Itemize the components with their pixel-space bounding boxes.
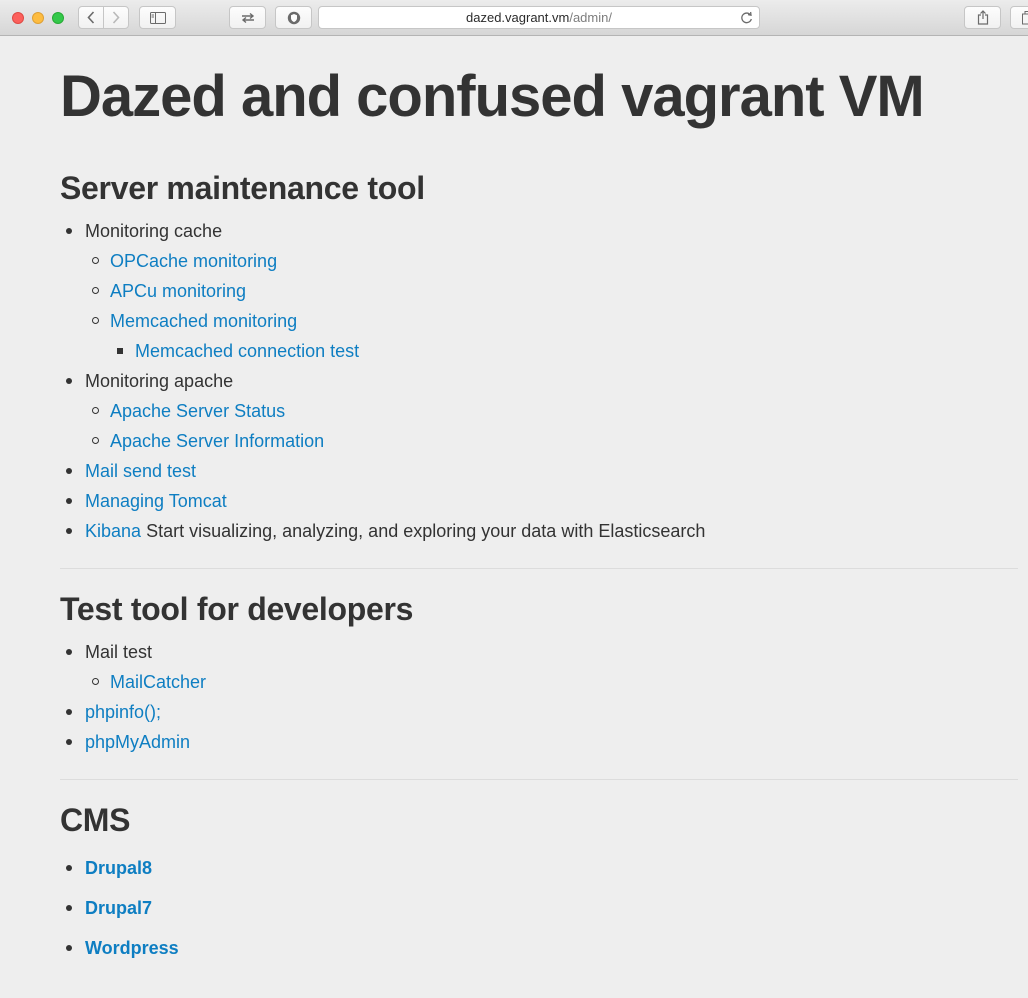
list-item: OPCache monitoring (85, 246, 1018, 276)
server-maintenance-section: Server maintenance tool Monitoring cache… (60, 170, 1018, 546)
section-heading: Test tool for developers (60, 591, 414, 627)
section-divider (60, 568, 1018, 569)
kibana-description: Start visualizing, analyzing, and explor… (146, 521, 706, 541)
mailcatcher-link[interactable]: MailCatcher (110, 672, 206, 692)
list-item: Monitoring apache Apache Server Status A… (60, 366, 1018, 456)
monitoring-cache-label: Monitoring cache (85, 221, 223, 241)
memcached-monitoring-link[interactable]: Memcached monitoring (110, 311, 297, 331)
monitoring-apache-label: Monitoring apache (85, 371, 234, 391)
url-path: /admin/ (569, 10, 612, 25)
list-item: Mail test MailCatcher (60, 637, 1018, 697)
developer-tools-section: Test tool for developers Mail test MailC… (60, 591, 1018, 757)
chevron-right-icon (112, 11, 120, 24)
privacy-shield-button[interactable] (275, 6, 312, 29)
page-title: Dazed and confused vagrant VM (60, 64, 925, 129)
browser-toolbar: dazed.vagrant.vm/admin/ (0, 0, 1028, 36)
arrows-swap-icon (240, 12, 256, 24)
sidebar-icon (149, 11, 166, 24)
list-item: Managing Tomcat (60, 486, 1018, 516)
show-tabs-button[interactable] (1010, 6, 1028, 29)
cms-section: CMS Drupal8 Drupal7 Wordpress (60, 802, 1018, 968)
close-window-button[interactable] (12, 12, 24, 24)
phpmyadmin-link[interactable]: phpMyAdmin (85, 732, 190, 752)
list-item: APCu monitoring (85, 276, 1018, 306)
reload-icon[interactable] (740, 10, 753, 31)
chevron-left-icon (87, 11, 95, 24)
list-item: Monitoring cache OPCache monitoring APCu… (60, 216, 1018, 366)
section-divider (60, 779, 1018, 780)
section-heading: CMS (60, 802, 131, 838)
memcached-sublist: Memcached connection test (110, 336, 1018, 366)
shield-icon (287, 11, 301, 25)
list-item: Wordpress (60, 928, 1018, 968)
list-item: Memcached monitoring Memcached connectio… (85, 306, 1018, 366)
list-item: Drupal7 (60, 888, 1018, 928)
url-host: dazed.vagrant.vm (466, 10, 570, 25)
list-item: Drupal8 (60, 848, 1018, 888)
kibana-link[interactable]: Kibana (85, 521, 141, 541)
sidebar-toggle-button[interactable] (139, 6, 176, 29)
address-bar[interactable]: dazed.vagrant.vm/admin/ (318, 6, 760, 29)
managing-tomcat-link[interactable]: Managing Tomcat (85, 491, 227, 511)
list-item: Mail send test (60, 456, 1018, 486)
section-heading: Server maintenance tool (60, 170, 425, 206)
cms-list: Drupal8 Drupal7 Wordpress (60, 848, 1018, 968)
minimize-window-button[interactable] (32, 12, 44, 24)
mail-test-sublist: MailCatcher (85, 667, 1018, 697)
wordpress-link[interactable]: Wordpress (85, 938, 179, 958)
apache-sublist: Apache Server Status Apache Server Infor… (85, 396, 1018, 456)
apache-server-information-link[interactable]: Apache Server Information (110, 431, 324, 451)
list-item: Memcached connection test (110, 336, 1018, 366)
back-button[interactable] (78, 6, 104, 29)
drupal8-link[interactable]: Drupal8 (85, 858, 152, 878)
apache-server-status-link[interactable]: Apache Server Status (110, 401, 285, 421)
share-icon (977, 10, 989, 25)
developer-tools-list: Mail test MailCatcher phpinfo(); phpMyAd… (60, 637, 1018, 757)
mail-send-test-link[interactable]: Mail send test (85, 461, 196, 481)
drupal7-link[interactable]: Drupal7 (85, 898, 152, 918)
mail-test-label: Mail test (85, 642, 153, 662)
phpinfo-link[interactable]: phpinfo(); (85, 702, 161, 722)
cache-sublist: OPCache monitoring APCu monitoring Memca… (85, 246, 1018, 366)
list-item: phpinfo(); (60, 697, 1018, 727)
list-item: MailCatcher (85, 667, 1018, 697)
list-item: phpMyAdmin (60, 727, 1018, 757)
zoom-window-button[interactable] (52, 12, 64, 24)
forward-button[interactable] (103, 6, 129, 29)
list-item: Kibana Start visualizing, analyzing, and… (60, 516, 1018, 546)
tab-switch-button[interactable] (229, 6, 266, 29)
memcached-connection-test-link[interactable]: Memcached connection test (135, 341, 359, 361)
list-item: Apache Server Information (85, 426, 1018, 456)
server-tools-list: Monitoring cache OPCache monitoring APCu… (60, 216, 1018, 546)
tabs-icon (1021, 10, 1028, 25)
share-button[interactable] (964, 6, 1001, 29)
page-content: Dazed and confused vagrant VM Server mai… (60, 36, 1018, 968)
opcache-monitoring-link[interactable]: OPCache monitoring (110, 251, 277, 271)
apcu-monitoring-link[interactable]: APCu monitoring (110, 281, 246, 301)
list-item: Apache Server Status (85, 396, 1018, 426)
